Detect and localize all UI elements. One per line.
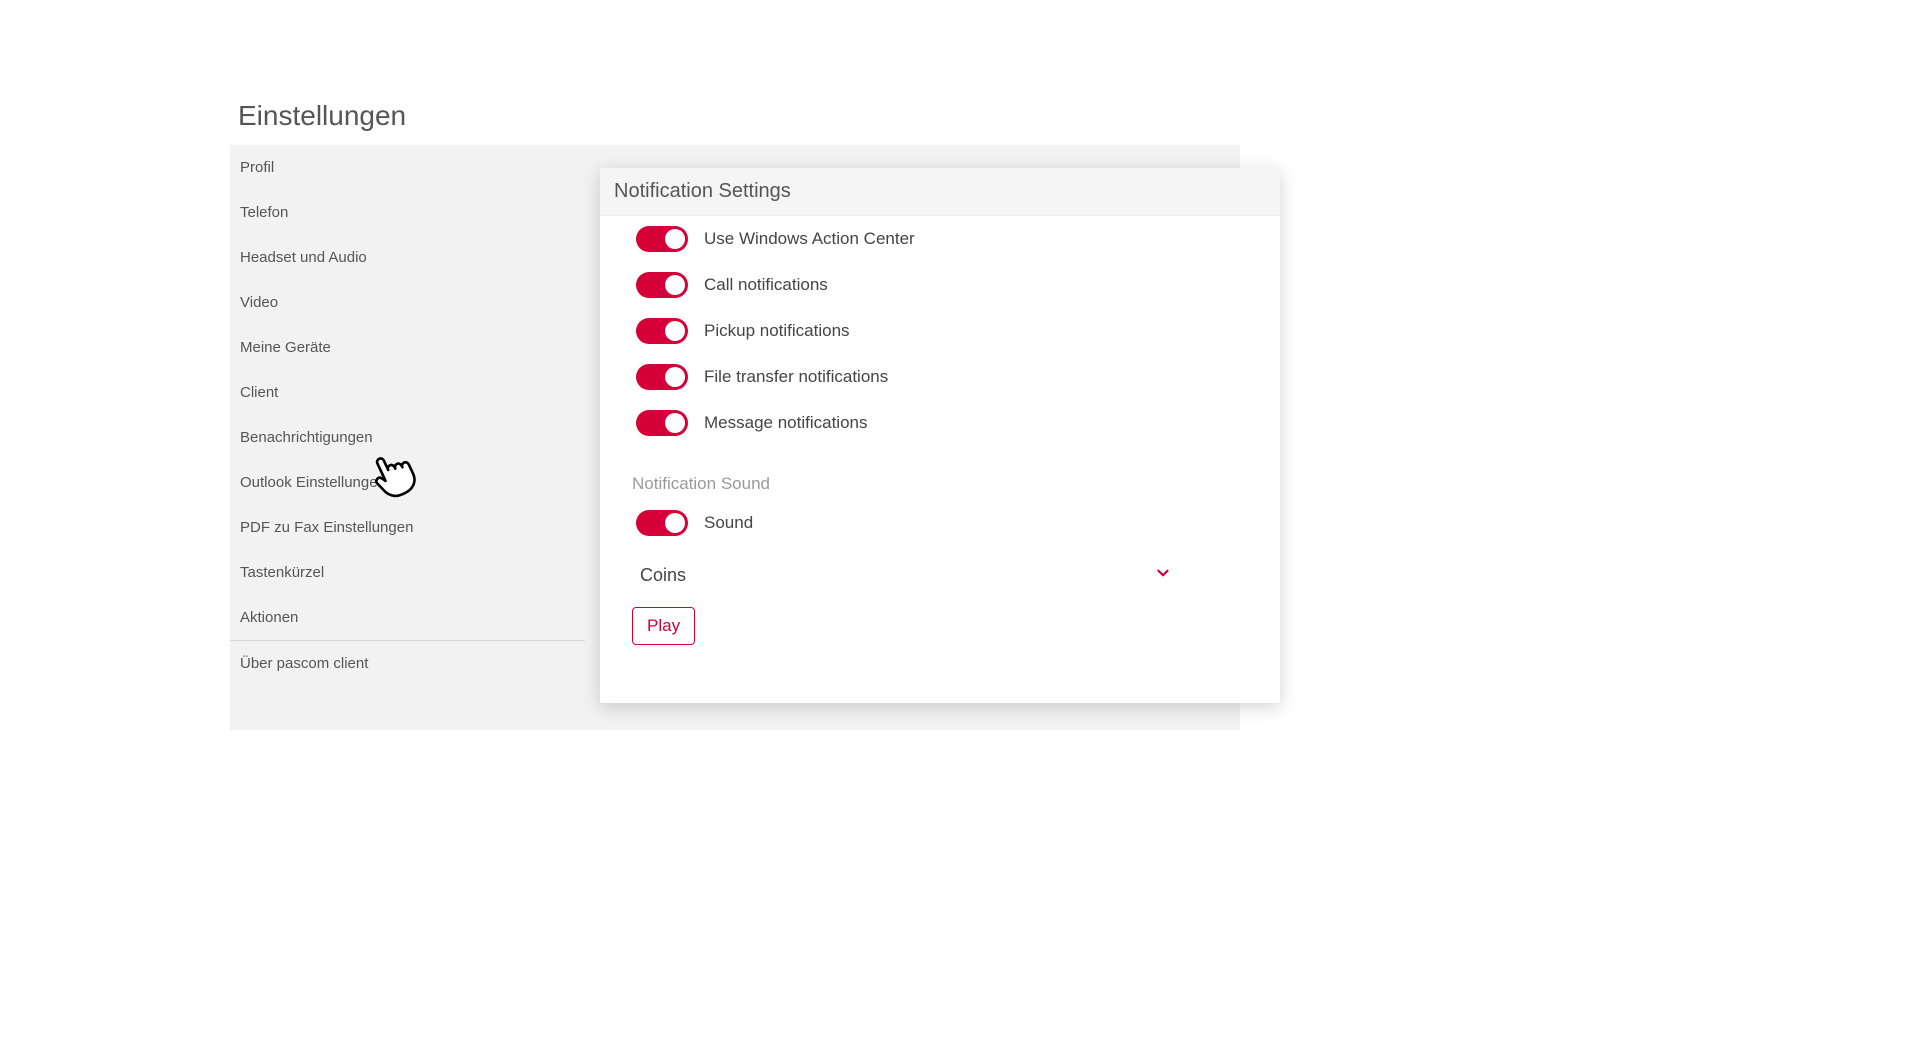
toggle-file-transfer-notifications[interactable] <box>636 364 688 390</box>
sidebar-item-label: Aktionen <box>240 609 298 626</box>
sidebar-item-profil[interactable]: Profil <box>230 145 585 190</box>
sidebar-item-telefon[interactable]: Telefon <box>230 190 585 235</box>
sidebar-item-label: Meine Geräte <box>240 339 331 356</box>
sidebar-item-label: Benachrichtigungen <box>240 429 373 446</box>
toggle-row-message-notifications: Message notifications <box>600 400 1280 446</box>
chevron-down-icon <box>1154 564 1172 587</box>
sound-dropdown-value: Coins <box>640 565 686 586</box>
sidebar-item-label: Tastenkürzel <box>240 564 324 581</box>
panel-title: Notification Settings <box>600 168 1280 216</box>
toggle-label: Pickup notifications <box>704 321 850 341</box>
sidebar-item-client[interactable]: Client <box>230 370 585 415</box>
toggle-label: Sound <box>704 513 753 533</box>
toggle-label: Use Windows Action Center <box>704 229 915 249</box>
sidebar-item-label: Client <box>240 384 278 401</box>
toggle-message-notifications[interactable] <box>636 410 688 436</box>
toggle-windows-action-center[interactable] <box>636 226 688 252</box>
toggle-label: Message notifications <box>704 413 867 433</box>
sound-dropdown[interactable]: Coins <box>636 558 1176 593</box>
sidebar-item-label: Profil <box>240 159 274 176</box>
toggle-row-windows-action-center: Use Windows Action Center <box>600 216 1280 262</box>
toggle-sound[interactable] <box>636 510 688 536</box>
sidebar-item-benachrichtigungen[interactable]: Benachrichtigungen <box>230 415 585 460</box>
toggle-row-pickup-notifications: Pickup notifications <box>600 308 1280 354</box>
notification-settings-panel: Notification Settings Use Windows Action… <box>600 168 1280 703</box>
sidebar-item-tastenkuerzel[interactable]: Tastenkürzel <box>230 550 585 595</box>
play-button[interactable]: Play <box>632 607 695 645</box>
sidebar-item-label: Über pascom client <box>240 655 368 672</box>
sidebar-item-label: Video <box>240 294 278 311</box>
sidebar-item-video[interactable]: Video <box>230 280 585 325</box>
sidebar-item-headset-audio[interactable]: Headset und Audio <box>230 235 585 280</box>
page-title: Einstellungen <box>238 100 406 132</box>
toggle-row-file-transfer-notifications: File transfer notifications <box>600 354 1280 400</box>
toggle-pickup-notifications[interactable] <box>636 318 688 344</box>
sidebar-item-meine-geraete[interactable]: Meine Geräte <box>230 325 585 370</box>
sidebar-item-label: PDF zu Fax Einstellungen <box>240 519 413 536</box>
toggle-row-call-notifications: Call notifications <box>600 262 1280 308</box>
sidebar-item-pdf-fax[interactable]: PDF zu Fax Einstellungen <box>230 505 585 550</box>
sidebar-item-label: Outlook Einstellungen <box>240 474 386 491</box>
sidebar-item-ueber-pascom[interactable]: Über pascom client <box>230 641 585 686</box>
toggle-label: File transfer notifications <box>704 367 888 387</box>
sidebar-item-outlook-einstellungen[interactable]: Outlook Einstellungen <box>230 460 585 505</box>
notification-sound-section-label: Notification Sound <box>600 446 1280 500</box>
toggle-label: Call notifications <box>704 275 828 295</box>
toggle-row-sound: Sound <box>600 500 1280 546</box>
toggle-call-notifications[interactable] <box>636 272 688 298</box>
settings-sidebar: Profil Telefon Headset und Audio Video M… <box>230 145 585 730</box>
sidebar-item-label: Telefon <box>240 204 288 221</box>
sidebar-item-label: Headset und Audio <box>240 249 367 266</box>
sidebar-item-aktionen[interactable]: Aktionen <box>230 595 585 640</box>
